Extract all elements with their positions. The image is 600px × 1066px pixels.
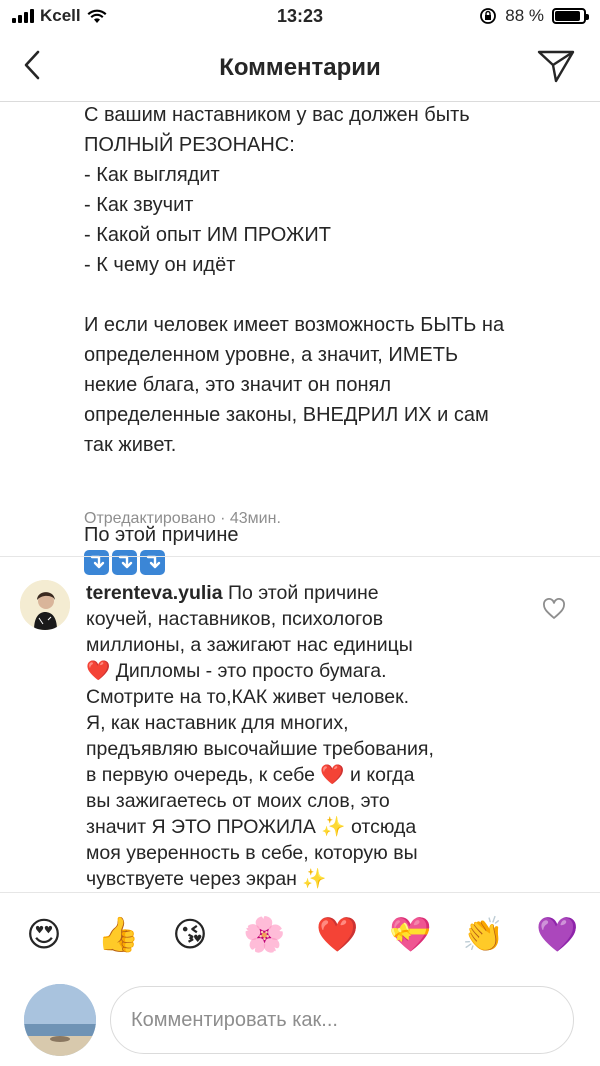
arrow-down-icon bbox=[140, 550, 165, 575]
comment-input[interactable] bbox=[110, 986, 574, 1054]
post-caption: С вашим наставником у вас должен быть ПО… bbox=[84, 100, 584, 580]
comment-username[interactable]: terenteva.yulia bbox=[86, 582, 223, 604]
emoji-heart-ribbon[interactable]: 💝 bbox=[389, 915, 431, 955]
battery-percent: 88 % bbox=[505, 6, 544, 25]
battery-icon bbox=[552, 8, 589, 24]
sparkles-emoji: ✨ bbox=[321, 816, 346, 838]
comment-body: terenteva.yulia По этой причине коучей, … bbox=[86, 580, 526, 892]
emoji-thumbs-up[interactable]: 👍 bbox=[97, 915, 139, 955]
avatar-image bbox=[24, 984, 96, 1056]
status-right: 88 % bbox=[479, 6, 589, 26]
current-user-avatar bbox=[24, 984, 96, 1056]
emoji-kiss[interactable]: 😘 bbox=[170, 915, 210, 955]
status-bar: Kcell 13:23 88 % bbox=[0, 0, 600, 34]
arrow-down-icon bbox=[112, 550, 137, 575]
emoji-reaction-bar: 😍 👍 😘 🌸 ❤️ 💝 👏 💜 bbox=[0, 892, 600, 978]
emoji-purple-heart[interactable]: 💜 bbox=[536, 915, 578, 955]
emoji-cherry-blossom[interactable]: 🌸 bbox=[243, 915, 285, 955]
emoji-clapping[interactable]: 👏 bbox=[462, 915, 504, 955]
emoji-heart-eyes[interactable]: 😍 bbox=[24, 915, 64, 955]
paper-plane-icon[interactable] bbox=[536, 48, 576, 84]
sparkles-emoji: ✨ bbox=[302, 868, 327, 890]
heart-emoji: ❤️ bbox=[86, 660, 111, 682]
divider bbox=[0, 556, 600, 557]
battery-level-fill bbox=[555, 11, 580, 21]
heart-outline-icon[interactable] bbox=[542, 598, 566, 620]
caption-paragraph: С вашим наставником у вас должен быть ПО… bbox=[84, 104, 470, 276]
header: Комментарии bbox=[0, 34, 600, 102]
emoji-red-heart[interactable]: ❤️ bbox=[316, 915, 358, 955]
arrow-down-icon bbox=[84, 550, 109, 575]
caption-meta: Отредактировано · 43мин. bbox=[84, 510, 281, 527]
avatar[interactable] bbox=[20, 580, 70, 630]
orientation-lock-icon bbox=[480, 8, 497, 24]
heart-emoji: ❤️ bbox=[320, 764, 345, 786]
avatar-image bbox=[20, 580, 70, 630]
page-title: Комментарии bbox=[219, 54, 381, 81]
caption-last-line: По этой причине bbox=[84, 490, 584, 580]
caption-paragraph: И если человек имеет возможность БЫТЬ на… bbox=[84, 314, 505, 456]
